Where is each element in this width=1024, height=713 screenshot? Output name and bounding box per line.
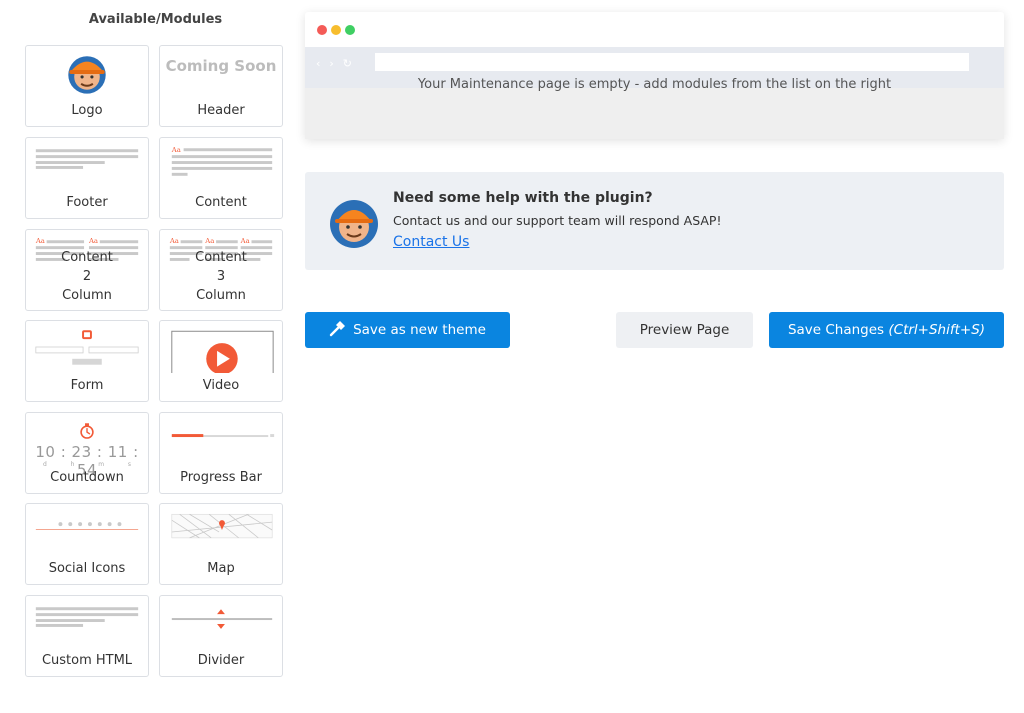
module-social-icons[interactable]: Social Icons: [25, 503, 149, 585]
minimize-dot-icon: [331, 25, 341, 35]
module-label: Video: [202, 378, 240, 393]
svg-text:Aa: Aa: [169, 237, 179, 245]
module-label: Divider: [197, 653, 245, 668]
module-label: Custom HTML: [41, 653, 133, 668]
save-shortcut-hint: (Ctrl+Shift+S): [888, 322, 986, 338]
contact-us-link[interactable]: Contact Us: [393, 234, 469, 250]
footer-thumb-icon: [35, 149, 139, 169]
module-progress-bar[interactable]: Progress Bar: [159, 412, 283, 494]
svg-text:Aa: Aa: [35, 237, 45, 245]
maintenance-page-preview: ‹›↻ Your Maintenance page is empty - add…: [305, 12, 1004, 139]
coming-soon-thumb: Coming Soon: [165, 57, 277, 75]
preview-page-button[interactable]: Preview Page: [616, 312, 753, 348]
sidebar-title: Available/Modules: [88, 12, 223, 27]
module-divider[interactable]: Divider: [159, 595, 283, 677]
module-label: Map: [207, 561, 235, 576]
countdown-unit-days: d: [43, 461, 47, 468]
module-map[interactable]: Map: [159, 503, 283, 585]
module-countdown[interactable]: 10 : 23 : 11 : 54 d h m s Countdown: [25, 412, 149, 494]
save-changes-button[interactable]: Save Changes (Ctrl+Shift+S): [769, 312, 1004, 348]
save-as-new-theme-button[interactable]: Save as new theme: [305, 312, 510, 348]
svg-text:Aa: Aa: [171, 146, 181, 154]
social-icons-thumb-icon: [35, 522, 139, 530]
hammer-icon: [329, 320, 346, 336]
save-changes-label: Save Changes: [787, 322, 889, 338]
module-label: Content: [195, 195, 247, 210]
svg-text:Aa: Aa: [88, 237, 98, 245]
module-footer[interactable]: Footer: [25, 137, 149, 219]
map-thumb-icon: [171, 513, 273, 539]
module-logo[interactable]: Logo: [25, 45, 149, 127]
close-dot-icon: [317, 25, 327, 35]
divider-thumb-icon: [171, 609, 273, 629]
countdown-unit-hours: h: [70, 461, 75, 468]
module-label: Header: [197, 103, 245, 118]
module-label: Content 3 Column: [195, 250, 247, 303]
countdown-units: d h m s: [43, 461, 131, 468]
address-field: [375, 53, 969, 71]
content-thumb-icon: Aa: [171, 146, 273, 176]
module-label: Countdown: [50, 470, 124, 485]
module-label: Form: [70, 378, 104, 393]
window-controls: [317, 25, 355, 35]
save-as-new-theme-label: Save as new theme: [353, 322, 486, 338]
module-label: Social Icons: [48, 561, 126, 576]
mascot-logo-icon: [68, 56, 106, 94]
form-thumb-icon: [35, 330, 139, 365]
module-label: Footer: [66, 195, 108, 210]
countdown-unit-seconds: s: [127, 461, 131, 468]
progress-bar-thumb-icon: [171, 434, 275, 438]
module-label: Progress Bar: [180, 470, 262, 485]
countdown-unit-minutes: m: [98, 461, 105, 468]
video-thumb-icon: [171, 330, 274, 373]
module-video[interactable]: Video: [159, 320, 283, 402]
module-custom-html[interactable]: Custom HTML: [25, 595, 149, 677]
module-form[interactable]: Form: [25, 320, 149, 402]
maximize-dot-icon: [345, 25, 355, 35]
svg-text:Aa: Aa: [204, 237, 214, 245]
module-label: Logo: [71, 103, 103, 118]
help-text: Contact us and our support team will res…: [393, 213, 722, 228]
browser-nav-icons: ‹›↻: [316, 57, 362, 70]
help-title: Need some help with the plugin?: [393, 190, 653, 206]
module-content-3-column[interactable]: Aa Aa Aa Content 3 Column: [159, 229, 283, 311]
help-box: Need some help with the plugin? Contact …: [305, 172, 1004, 270]
support-mascot-icon: [330, 200, 378, 248]
preview-canvas[interactable]: Your Maintenance page is empty - add mod…: [305, 77, 1004, 139]
module-label: Content 2 Column: [61, 250, 113, 303]
svg-text:Aa: Aa: [240, 237, 250, 245]
empty-page-message: Your Maintenance page is empty - add mod…: [417, 77, 892, 92]
custom-html-thumb-icon: [35, 607, 139, 627]
module-content-2-column[interactable]: Aa Aa Content 2 Column: [25, 229, 149, 311]
module-content[interactable]: Aa Content: [159, 137, 283, 219]
module-header[interactable]: Coming Soon Header: [159, 45, 283, 127]
